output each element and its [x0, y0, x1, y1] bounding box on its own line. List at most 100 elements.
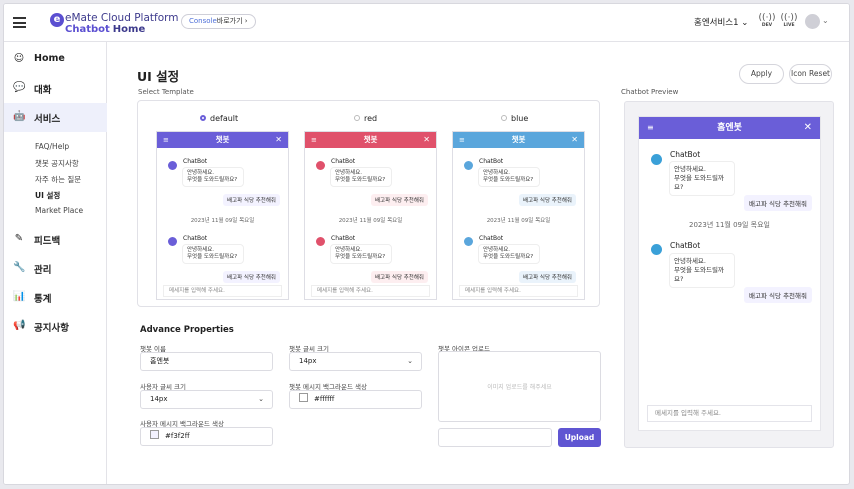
signal-icon: ((·)) — [758, 13, 776, 23]
user-message: 배고파 식당 추천해줘 — [744, 287, 812, 303]
message-line: 무엇을 도와드릴까요? — [674, 266, 724, 283]
close-icon: ✕ — [275, 135, 282, 144]
bot-avatar-icon — [651, 154, 662, 165]
user-message: 배고파 식당 추천해줘 — [222, 194, 280, 206]
radio-checked-icon — [200, 115, 206, 121]
message-line: 무엇을 도와드릴까요? — [187, 254, 238, 260]
sidebar-item-feedback[interactable]: ✎ 피드백 — [4, 225, 107, 254]
user-bg-color-input[interactable]: #f3f2ff — [140, 427, 273, 446]
chevron-down-icon: ⌄ — [407, 357, 413, 365]
advance-properties-title: Advance Properties — [140, 325, 234, 335]
icon-reset-button[interactable]: Icon Reset — [789, 64, 832, 84]
smile-icon: ☺ — [13, 53, 25, 64]
card-title: 챗봇 — [215, 135, 230, 144]
select-value: 14px — [299, 357, 317, 365]
message-input: 메세지를 입력해 주세요. — [163, 285, 282, 297]
bot-name: ChatBot — [331, 235, 356, 242]
sidebar: ☺ Home 💬 대화 🤖 서비스 FAQ/Help 챗봇 공지사항 자주 하는 질문… — [4, 42, 107, 484]
sidebar-item-manage[interactable]: 🔧 관리 — [4, 254, 107, 283]
template-name: default — [210, 114, 239, 123]
preview-title: 홈엔봇 — [717, 123, 742, 133]
user-message: 배고파 식당 추천해줘 — [222, 271, 280, 283]
bot-message: 안녕하세요. 무엇을 도와드릴까요? — [669, 161, 735, 196]
sidebar-item-label: 피드백 — [34, 236, 61, 247]
user-message: 배고파 식당 추천해줘 — [518, 271, 576, 283]
sidebar-item-announcements[interactable]: 📢 공지사항 — [4, 312, 107, 341]
chat-icon: 💬 — [13, 82, 26, 93]
sidebar-subitem-notice[interactable]: 챗봇 공지사항 — [35, 158, 79, 169]
card-header: ≡ 챗봇 ✕ — [305, 132, 436, 148]
bot-message: 안녕하세요. 무엇을 도와드릴까요? — [330, 244, 392, 264]
message-line: 안녕하세요. — [187, 247, 215, 253]
date-divider: 2023년 11월 09일 목요일 — [689, 221, 770, 229]
upload-button[interactable]: Upload — [558, 428, 601, 447]
bot-avatar-icon — [316, 161, 325, 170]
card-header: ≡ 챗봇 ✕ — [157, 132, 288, 148]
bot-name: ChatBot — [183, 235, 208, 242]
color-value: #f3f2ff — [165, 432, 190, 440]
menu-icon: ≡ — [163, 136, 169, 144]
chevron-down-icon[interactable]: ⌄ — [822, 16, 829, 25]
bot-avatar-icon — [464, 161, 473, 170]
template-radio-red[interactable]: red — [354, 114, 377, 123]
avatar[interactable] — [805, 14, 820, 29]
close-icon[interactable]: ✕ — [804, 117, 812, 139]
menu-icon[interactable]: ≡ — [647, 117, 654, 139]
sidebar-item-conversation[interactable]: 💬 대화 — [4, 74, 107, 103]
template-radio-blue[interactable]: blue — [501, 114, 528, 123]
template-card-red[interactable]: ≡ 챗봇 ✕ ChatBot 안녕하세요. 무엇을 도와드릴까요? 배고파 식당 추천해줘 2… — [304, 131, 437, 300]
icon-upload-dropzone[interactable]: 이미지 업로드를 해주세요 — [438, 351, 601, 422]
menu-icon: ≡ — [459, 136, 465, 144]
apply-button[interactable]: Apply — [739, 64, 784, 84]
message-line: 안녕하세요. — [483, 170, 511, 176]
sidebar-item-service[interactable]: 🤖 서비스 — [4, 103, 107, 132]
dev-label: DEV — [761, 23, 773, 28]
sidebar-item-home[interactable]: ☺ Home — [4, 45, 107, 74]
sidebar-subitem-frequent[interactable]: 자주 하는 질문 — [35, 174, 81, 185]
service-select[interactable]: 홈엔서비스1 ⌄ — [694, 16, 748, 28]
bot-font-size-select[interactable]: 14px ⌄ — [289, 352, 422, 371]
sidebar-item-label: 서비스 — [34, 114, 61, 125]
emate-logo-icon: e — [50, 13, 64, 27]
sidebar-subitem-marketplace[interactable]: Market Place — [35, 206, 83, 215]
template-card-blue[interactable]: ≡ 챗봇 ✕ ChatBot 안녕하세요. 무엇을 도와드릴까요? 배고파 식당 추천해줘 2… — [452, 131, 585, 300]
wrench-icon: 🔧 — [13, 262, 26, 273]
menu-icon: ≡ — [311, 136, 317, 144]
menu-icon[interactable] — [13, 17, 26, 28]
message-input: 메세지를 입력해 주세요. — [311, 285, 430, 297]
robot-icon: 🤖 — [13, 111, 26, 122]
user-font-size-select[interactable]: 14px ⌄ — [140, 390, 273, 409]
card-title: 챗봇 — [363, 135, 378, 144]
template-card-default[interactable]: ≡ 챗봇 ✕ ChatBot 안녕하세요. 무엇을 도와드릴까요? 배고파 식당 추천해줘 2… — [156, 131, 289, 300]
sidebar-item-label: 통계 — [34, 294, 52, 305]
dev-toggle[interactable]: ((·)) DEV — [758, 13, 776, 33]
bot-avatar-icon — [651, 244, 662, 255]
message-line: 무엇을 도와드릴까요? — [483, 177, 534, 183]
logo-chatbot: Chatbot — [65, 24, 110, 35]
signal-icon: ((·)) — [780, 13, 798, 23]
bot-message: 안녕하세요. 무엇을 도와드릴까요? — [182, 167, 244, 187]
message-input[interactable]: 메세지를 입력해 주세요. — [647, 405, 812, 422]
bot-name: ChatBot — [479, 158, 504, 165]
console-shortcut-button[interactable]: Console바로가기 › — [181, 14, 256, 29]
sidebar-subitem-ui-settings[interactable]: UI 설정 — [35, 190, 60, 201]
preview-label: Chatbot Preview — [621, 88, 679, 96]
sidebar-subitem-faq[interactable]: FAQ/Help — [35, 142, 69, 151]
bot-message: 안녕하세요. 무엇을 도와드릴까요? — [330, 167, 392, 187]
top-header: e eMate Cloud Platform Chatbot Home Conso… — [4, 4, 849, 42]
color-swatch — [299, 393, 308, 402]
bot-bg-color-input[interactable]: #ffffff — [289, 390, 422, 409]
message-input: 메세지를 입력해 주세요. — [459, 285, 578, 297]
live-label: LIVE — [783, 23, 795, 28]
bot-name-input[interactable]: 홈엔봇 — [140, 352, 273, 371]
select-template-label: Select Template — [138, 88, 194, 96]
card-header: ≡ 챗봇 ✕ — [453, 132, 584, 148]
template-radio-default[interactable]: default — [200, 114, 238, 123]
bar-chart-icon: 📊 — [13, 291, 26, 302]
radio-unchecked-icon — [354, 115, 360, 121]
user-message: 배고파 식당 추천해줘 — [744, 195, 812, 211]
upload-file-input[interactable] — [438, 428, 552, 447]
sidebar-item-stats[interactable]: 📊 통계 — [4, 283, 107, 312]
bot-avatar-icon — [464, 237, 473, 246]
live-toggle[interactable]: ((·)) LIVE — [780, 13, 798, 33]
